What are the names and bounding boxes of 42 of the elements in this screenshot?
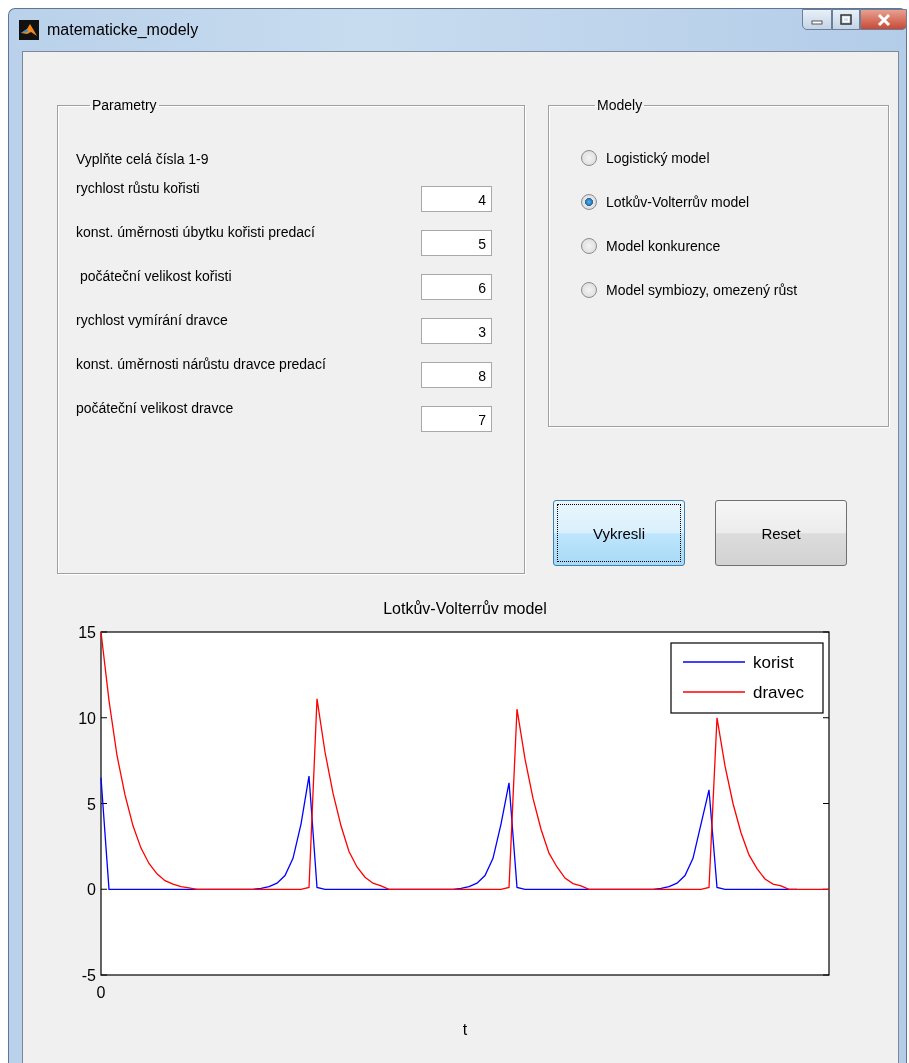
tick-label: 15: [78, 624, 96, 641]
field-label: počáteční velikost kořisti: [78, 267, 233, 285]
push-button[interactable]: Vykresli: [553, 500, 685, 566]
radio-label[interactable]: Logistický model: [606, 148, 710, 168]
tick-label: 0: [96, 984, 106, 1001]
radio-label[interactable]: Model symbiozy, omezený růst: [606, 280, 798, 300]
radio-label[interactable]: Model konkurence: [606, 236, 721, 256]
input-field[interactable]: 5: [421, 230, 492, 256]
tick-label: 5: [87, 795, 96, 813]
field-label: konst. úměrnosti úbytku kořisti predací: [76, 223, 316, 241]
maximize-icon: [839, 13, 853, 26]
legend-label: dravec: [753, 683, 805, 702]
tick-label: -5: [81, 967, 96, 984]
chart-title: Lotkův-Volterrův model: [383, 600, 547, 617]
close-button[interactable]: [860, 9, 907, 30]
input-field[interactable]: 8: [421, 362, 492, 388]
field-label: rychlost růstu kořisti: [76, 179, 201, 197]
app-icon: [19, 20, 39, 40]
input-field[interactable]: 7: [421, 406, 492, 432]
input-field[interactable]: 4: [421, 186, 492, 212]
axis-label: t: [462, 1021, 468, 1038]
close-icon: [875, 12, 892, 27]
input-field[interactable]: 6: [421, 274, 492, 300]
minimize-button[interactable]: [802, 9, 832, 30]
window-title: matematicke_modely: [47, 20, 199, 40]
radio-label[interactable]: Lotkův-Volterrův model: [606, 192, 750, 212]
field-label: konst. úměrnosti nárůstu dravce predací: [76, 355, 327, 373]
instruction-text: Vyplňte celá čísla 1-9: [76, 150, 210, 168]
radio-button[interactable]: [581, 282, 597, 298]
panel-title: Modely: [596, 97, 644, 113]
legend-label: korist: [753, 653, 794, 672]
tick-label: 10: [78, 709, 96, 727]
tick-label: 0: [87, 881, 96, 899]
panel-title: Parametry: [91, 97, 158, 113]
radio-button[interactable]: [581, 150, 597, 166]
field-label: počáteční velikost dravce: [76, 399, 235, 417]
push-button[interactable]: Reset: [715, 500, 847, 566]
radio-button[interactable]: [581, 194, 597, 210]
field-label: rychlost vymírání dravce: [76, 311, 229, 329]
maximize-button[interactable]: [832, 9, 860, 30]
input-field[interactable]: 3: [421, 318, 492, 344]
radio-button[interactable]: [581, 238, 597, 254]
